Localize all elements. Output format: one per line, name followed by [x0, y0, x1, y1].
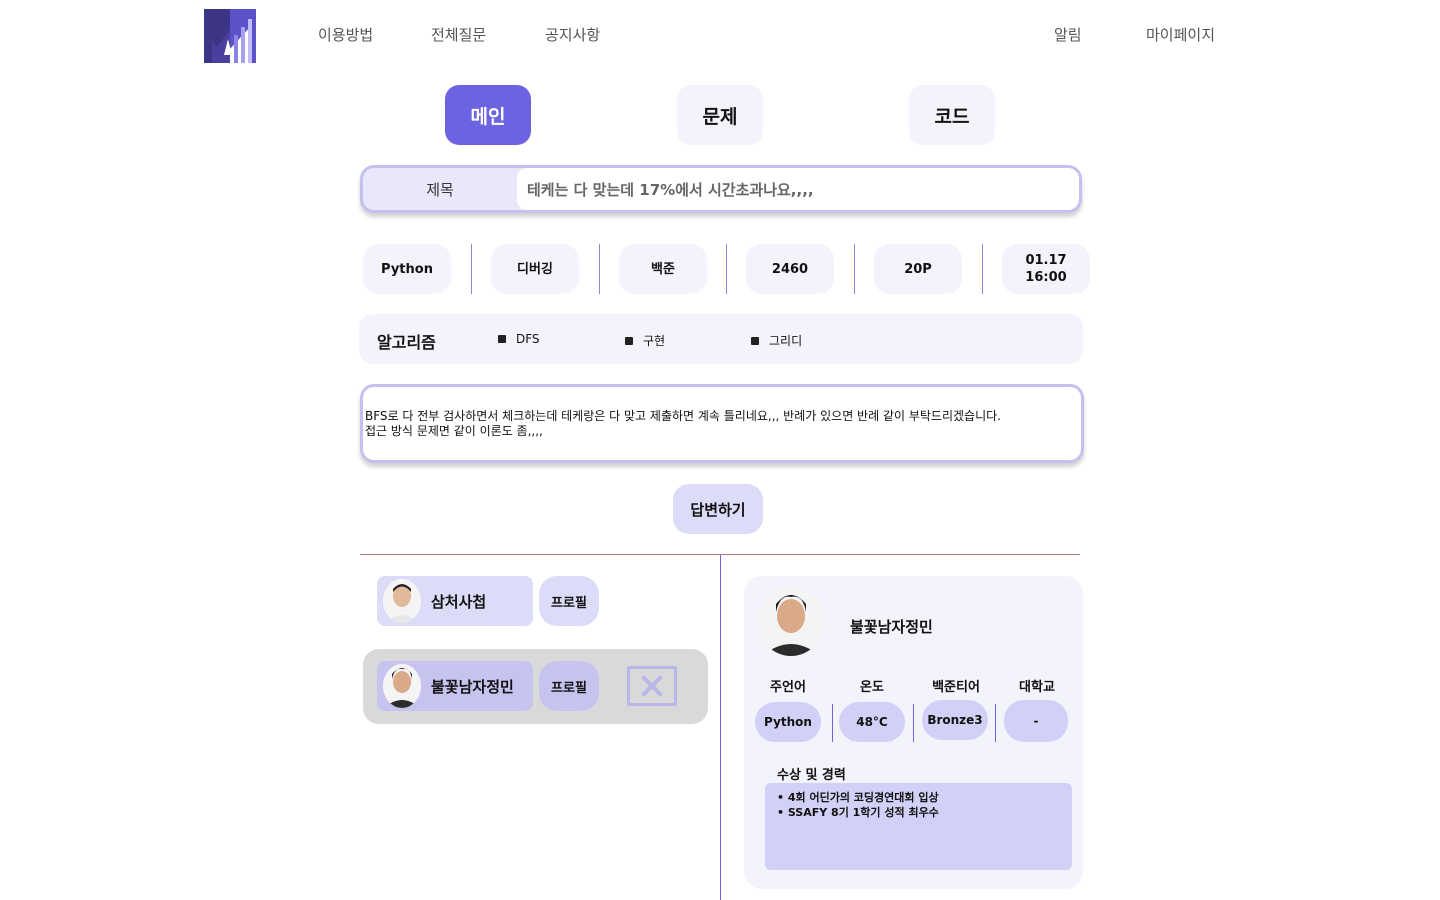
career-item: SSAFY 8기 1학기 성적 최우수	[777, 805, 1072, 820]
nav-all-questions[interactable]: 전체질문	[431, 24, 486, 45]
logo-icon[interactable]	[204, 9, 256, 63]
datetime-chip: 01.17 16:00	[1002, 244, 1090, 294]
question-title: 테케는 다 맞는데 17%에서 시간초과나요,,,,	[517, 168, 1079, 210]
stat-label: 주언어	[770, 680, 806, 695]
career-list: 4회 어딘가의 코딩경연대회 입상 SSAFY 8기 1학기 성적 최우수	[765, 783, 1072, 870]
profile-name: 불꽃남자정민	[850, 618, 933, 636]
bullet-icon	[498, 335, 506, 343]
answerer-name: 삼처사첩	[431, 593, 487, 611]
answer-button[interactable]: 답변하기	[673, 484, 763, 534]
nav-notices[interactable]: 공지사항	[545, 24, 600, 45]
stat-label: 온도	[860, 680, 884, 695]
algorithm-row: 알고리즘 DFS 구현 그리디	[359, 314, 1083, 364]
tab-main[interactable]: 메인	[445, 85, 531, 145]
avatar-icon	[383, 664, 421, 708]
avatar	[383, 664, 421, 708]
algorithm-tag: 구현	[625, 332, 665, 349]
divider	[599, 244, 600, 294]
date-text: 01.17	[1025, 253, 1067, 268]
divider	[832, 704, 833, 742]
divider	[471, 244, 472, 294]
language-chip: Python	[363, 244, 451, 294]
tab-code[interactable]: 코드	[909, 85, 995, 145]
algorithm-tag-label: DFS	[516, 332, 540, 346]
divider	[720, 555, 721, 900]
career-item: 4회 어딘가의 코딩경연대회 입상	[777, 790, 1072, 805]
profile-card: 불꽃남자정민 주언어 온도 백준티어 대학교 Python 48°C Bronz…	[744, 576, 1083, 889]
stat-label: 대학교	[1019, 680, 1055, 695]
nav-notifications[interactable]: 알림	[1054, 24, 1082, 45]
avatar	[383, 579, 421, 623]
title-label: 제목	[426, 180, 454, 199]
avatar	[758, 588, 824, 656]
close-icon	[641, 675, 663, 697]
avatar-icon	[383, 579, 421, 623]
profile-button[interactable]: 프로필	[539, 576, 599, 626]
points-chip: 20P	[874, 244, 962, 294]
close-button[interactable]	[627, 666, 677, 706]
stat-value: -	[1004, 700, 1068, 742]
stat-value: Python	[755, 702, 821, 742]
divider	[995, 704, 996, 742]
algorithm-tag-label: 구현	[643, 334, 666, 348]
content-line: 접근 방식 문제면 같이 이론도 좀,,,,	[365, 424, 543, 438]
answerer-item[interactable]: 불꽃남자정민	[377, 661, 533, 711]
stat-value: 48°C	[839, 702, 905, 742]
answerer-item[interactable]: 삼처사첩	[377, 576, 533, 626]
stat-label: 백준티어	[932, 680, 980, 695]
stat-value: Bronze3	[922, 700, 988, 740]
problem-number-chip: 2460	[746, 244, 834, 294]
algorithm-tag-label: 그리디	[769, 334, 803, 348]
answerer-name: 불꽃남자정민	[431, 678, 514, 696]
algorithm-label: 알고리즘	[377, 333, 436, 352]
profile-button[interactable]: 프로필	[539, 661, 599, 711]
nav-mypage[interactable]: 마이페이지	[1146, 24, 1215, 45]
divider	[726, 244, 727, 294]
nav-how-to-use[interactable]: 이용방법	[318, 24, 373, 45]
career-title: 수상 및 경력	[777, 768, 846, 783]
bullet-icon	[751, 336, 759, 345]
tab-problem[interactable]: 문제	[677, 85, 763, 145]
avatar-icon	[758, 588, 824, 656]
question-content: BFS로 다 전부 검사하면서 체크하는데 테케랑은 다 맞고 제출하면 계속 …	[360, 384, 1084, 463]
question-title-box: 제목 테케는 다 맞는데 17%에서 시간초과나요,,,,	[360, 165, 1082, 213]
algorithm-tag: 그리디	[751, 332, 802, 349]
algorithm-tag: DFS	[498, 332, 540, 346]
divider	[982, 244, 983, 294]
bullet-icon	[625, 336, 633, 345]
time-text: 16:00	[1025, 270, 1067, 285]
divider	[913, 704, 914, 742]
divider	[854, 244, 855, 294]
site-chip: 백준	[619, 244, 707, 294]
category-chip: 디버깅	[491, 244, 579, 294]
content-line: BFS로 다 전부 검사하면서 체크하는데 테케랑은 다 맞고 제출하면 계속 …	[365, 409, 1001, 423]
